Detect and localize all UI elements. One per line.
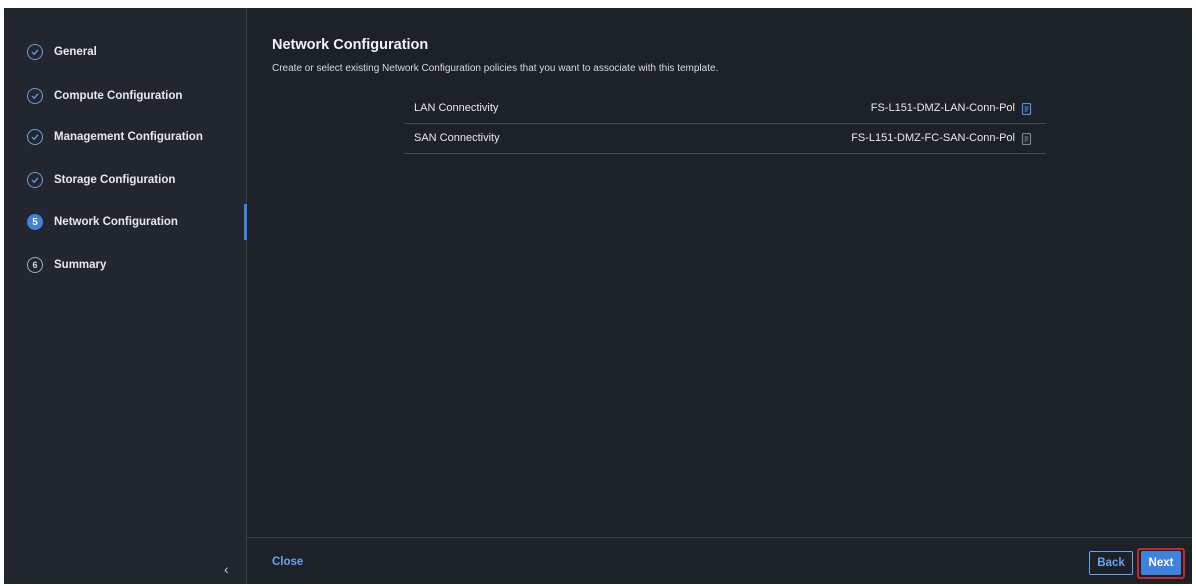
- policy-label: SAN Connectivity: [414, 132, 500, 144]
- main-content: Network Configuration Create or select e…: [247, 8, 1192, 584]
- document-icon[interactable]: [1021, 132, 1032, 146]
- step-general[interactable]: General: [4, 37, 246, 67]
- check-icon: [27, 129, 43, 145]
- step-label: Storage Configuration: [54, 174, 176, 186]
- policy-label: LAN Connectivity: [414, 102, 499, 114]
- close-button[interactable]: Close: [272, 556, 303, 568]
- step-number-badge: 6: [27, 257, 43, 273]
- next-button[interactable]: Next: [1141, 551, 1181, 575]
- page-title: Network Configuration: [272, 37, 429, 53]
- policy-value: FS-L151-DMZ-LAN-Conn-Pol: [870, 102, 1015, 114]
- step-label: Network Configuration: [54, 216, 178, 228]
- check-icon: [27, 88, 43, 104]
- step-label: Summary: [54, 259, 107, 271]
- step-network-configuration[interactable]: 5 Network Configuration: [4, 207, 246, 237]
- step-compute-configuration[interactable]: Compute Configuration: [4, 81, 246, 111]
- policy-row-san-connectivity: SAN Connectivity FS-L151-DMZ-FC-SAN-Conn…: [404, 123, 1046, 154]
- policy-row-lan-connectivity: LAN Connectivity FS-L151-DMZ-LAN-Conn-Po…: [404, 93, 1046, 124]
- policy-value: FS-L151-DMZ-FC-SAN-Conn-Pol: [851, 132, 1015, 144]
- check-icon: [27, 172, 43, 188]
- step-label: Compute Configuration: [54, 90, 183, 102]
- check-icon: [27, 44, 43, 60]
- wizard-window: General Compute Configuration Management…: [4, 8, 1192, 584]
- back-button[interactable]: Back: [1089, 551, 1133, 575]
- step-storage-configuration[interactable]: Storage Configuration: [4, 165, 246, 195]
- wizard-steps-sidebar: General Compute Configuration Management…: [4, 8, 247, 584]
- step-summary[interactable]: 6 Summary: [4, 250, 246, 280]
- step-number-badge: 5: [27, 214, 43, 230]
- step-management-configuration[interactable]: Management Configuration: [4, 122, 246, 152]
- collapse-sidebar-button[interactable]: ‹: [224, 561, 229, 577]
- document-icon[interactable]: [1021, 102, 1032, 116]
- page-description: Create or select existing Network Config…: [272, 63, 719, 74]
- step-label: Management Configuration: [54, 131, 203, 143]
- step-label: General: [54, 46, 97, 58]
- wizard-footer: Close Back Next: [247, 537, 1192, 584]
